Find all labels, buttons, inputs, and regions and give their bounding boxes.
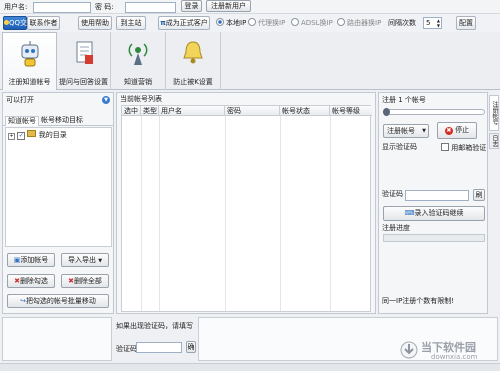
watermark: 当下软件园 downxia.com: [400, 338, 496, 364]
password-label: 密 码:: [95, 3, 114, 11]
collapse-chevron-icon[interactable]: ▼: [102, 96, 110, 104]
tab-qa-settings[interactable]: 提问与回答设置: [57, 32, 111, 90]
left-panel: 可以打开 ▼ 知道帐号 帐号移动目标 + ✓ 我的目录 ▣添加帐号 导入导出 ▼…: [2, 92, 114, 314]
tab-move-target[interactable]: 帐号移动目标: [39, 116, 85, 126]
refresh-captcha-button[interactable]: 刷: [473, 189, 485, 201]
toolbar: QQ交谈 联系作者 使用帮助 到主站 π成为正式客户 本地IP 代理换IP AD…: [0, 14, 500, 32]
progress-label: 注册进度: [382, 224, 410, 232]
stop-icon: ✖: [444, 127, 453, 135]
bottom-ok-button[interactable]: 确: [186, 341, 196, 353]
radio-router-ip[interactable]: 路由器换IP: [337, 18, 381, 28]
tab-know-accounts[interactable]: 知道帐号: [5, 116, 39, 126]
username-input[interactable]: [33, 2, 91, 13]
config-button[interactable]: 配置: [456, 16, 476, 30]
contact-author-button[interactable]: 联系作者: [27, 16, 60, 30]
speed-slider[interactable]: [383, 108, 485, 116]
help-button[interactable]: 使用帮助: [78, 16, 112, 30]
column-username[interactable]: 用户名: [159, 106, 225, 116]
folder-icon: [27, 130, 37, 137]
grid-line: [225, 116, 226, 311]
email-verify-checkbox[interactable]: 用邮箱验证: [441, 143, 486, 153]
column-account-status[interactable]: 帐号状态: [280, 106, 330, 116]
qq-chat-button[interactable]: QQ交谈: [3, 16, 34, 30]
delete-selected-button[interactable]: ✖删除勾选: [7, 274, 55, 288]
stop-button[interactable]: ✖ 停止: [437, 122, 477, 139]
column-type[interactable]: 类型: [141, 106, 159, 116]
captcha-label: 验证码: [382, 190, 403, 198]
bottom-left-box: [2, 317, 112, 361]
left-tab-row: 知道帐号 帐号移动目标: [3, 116, 113, 126]
bottom-captcha-label: 验证码: [116, 345, 137, 353]
radio-local-ip[interactable]: 本地IP: [216, 18, 246, 28]
captcha-prompt: 如果出现验证码，请填写: [116, 322, 193, 330]
tree-node-my-directory[interactable]: + ✓ 我的目录: [8, 130, 67, 140]
login-button[interactable]: 登录: [181, 0, 202, 12]
column-password[interactable]: 密码: [225, 106, 280, 116]
table-header: 选中 类型 用户名 密码 帐号状态 帐号等级: [122, 106, 372, 116]
batch-move-button[interactable]: ↪把勾选的帐号批量移动: [7, 294, 109, 308]
tree-root-label: 我的目录: [38, 131, 67, 139]
input-captcha-continue-button[interactable]: ⌨录入验证码继续: [383, 206, 485, 221]
register-account-dropdown[interactable]: 注册帐号 ▼: [383, 124, 429, 138]
become-customer-button[interactable]: π成为正式客户: [158, 16, 210, 30]
column-select[interactable]: 选中: [122, 106, 141, 116]
grid-line: [280, 116, 281, 311]
document-icon: [76, 41, 93, 64]
spinner-arrows-icon[interactable]: ▲ ▼: [437, 18, 440, 28]
captcha-image-area: [382, 153, 486, 187]
watermark-logo-icon: [400, 341, 418, 359]
homepage-button[interactable]: 到主站: [116, 16, 146, 30]
grid-line: [159, 116, 160, 311]
register-progress-bar: [383, 234, 485, 242]
radio-adsl-ip[interactable]: ADSL换IP: [291, 18, 333, 28]
keyboard-icon: ⌨: [404, 209, 415, 217]
status-bar: [0, 363, 500, 371]
dropdown-arrow-icon: ▼: [422, 128, 426, 134]
register-count-title: 注册 1 个帐号: [382, 96, 426, 104]
expand-plus-icon[interactable]: +: [8, 133, 15, 140]
account-table: 选中 类型 用户名 密码 帐号状态 帐号等级: [121, 105, 372, 312]
radio-tower-icon: [128, 43, 148, 65]
account-list-panel: 当前帐号列表 选中 类型 用户名 密码 帐号状态 帐号等级: [116, 92, 376, 314]
watermark-url: downxia.com: [431, 353, 478, 361]
login-bar: 用户名: 密 码: 登录 注册新用户: [0, 0, 500, 14]
retry-spinner[interactable]: 5 ▲ ▼: [423, 17, 442, 29]
tab-know-marketing[interactable]: 知道营销: [111, 32, 166, 90]
side-tab-register[interactable]: 注册帐号: [489, 95, 499, 131]
bell-icon: [183, 41, 203, 64]
password-input[interactable]: [125, 2, 176, 13]
grid-line: [141, 116, 142, 311]
column-account-level[interactable]: 帐号等级: [330, 106, 372, 116]
add-account-button[interactable]: ▣添加帐号: [7, 253, 55, 267]
retry-label: 间隔次数: [388, 19, 416, 27]
account-list-title: 当前帐号列表: [120, 95, 162, 103]
ip-limit-notice: 同一IP注册个数有限制!: [382, 297, 455, 305]
dropdown-arrow-icon: ▼: [98, 258, 103, 264]
right-panel: 注册 1 个帐号 注册帐号 ▼ ✖ 停止 显示验证码 用邮箱验证 验证码 刷 ⌨录…: [378, 92, 488, 314]
captcha-input[interactable]: [405, 190, 469, 201]
delete-all-button[interactable]: ✖删除全部: [61, 274, 109, 288]
register-button[interactable]: 注册新用户: [206, 0, 251, 12]
bottom-captcha-input[interactable]: [136, 342, 182, 353]
robot-icon: [21, 41, 38, 67]
radio-proxy-ip[interactable]: 代理换IP: [248, 18, 285, 28]
show-captcha-label: 显示验证码: [382, 143, 417, 151]
tab-register-account[interactable]: 注册知道帐号: [2, 32, 57, 90]
account-tree: + ✓ 我的目录: [5, 127, 112, 247]
grid-line: [330, 116, 331, 311]
left-panel-title: 可以打开: [6, 96, 34, 104]
checkbox-box[interactable]: [441, 143, 449, 151]
tab-anti-ban-settings[interactable]: 防止被K设置: [166, 32, 221, 90]
slider-thumb[interactable]: [383, 108, 390, 116]
tree-checkbox[interactable]: ✓: [17, 132, 26, 140]
bottom-captcha-area: 如果出现验证码，请填写 验证码: [116, 317, 193, 361]
side-tab-log[interactable]: 日志: [489, 133, 499, 149]
username-label: 用户名:: [4, 3, 28, 11]
import-export-button[interactable]: 导入导出 ▼: [61, 253, 109, 267]
